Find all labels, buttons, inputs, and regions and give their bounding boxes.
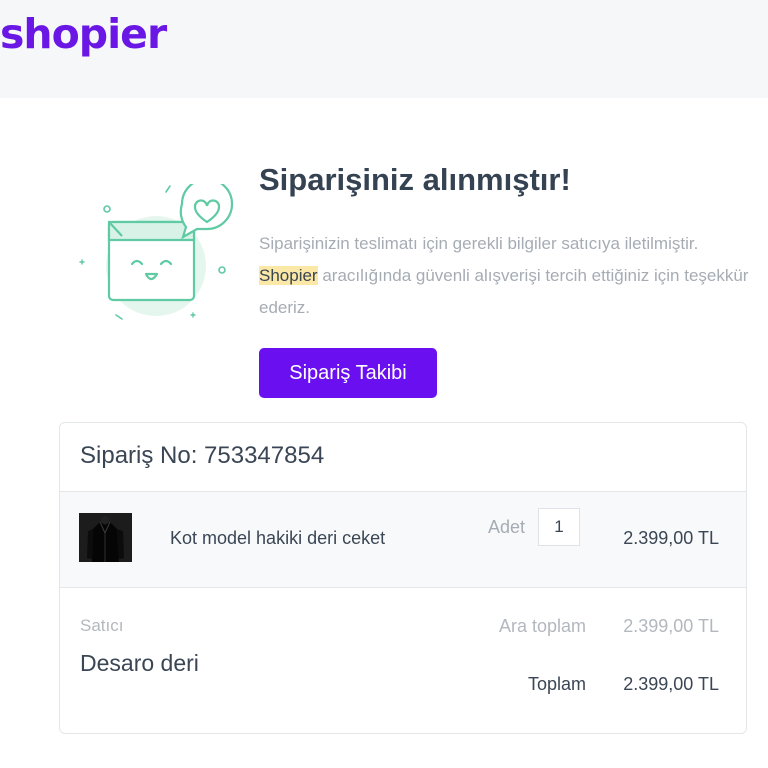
seller-label: Satıcı (80, 616, 124, 635)
product-thumbnail[interactable] (79, 513, 132, 562)
message-text-1: Siparişinizin teslimatı için gerekli bil… (259, 234, 699, 253)
order-tracking-button[interactable]: Sipariş Takibi (259, 348, 437, 398)
item-price: 2.399,00 TL (623, 528, 719, 548)
product-name[interactable]: Kot model hakiki deri ceket (170, 527, 385, 549)
order-item-row: Kot model hakiki deri ceket Adet 1 2.399… (60, 491, 746, 588)
shopier-highlight: Shopier (259, 266, 318, 285)
header-bar: shopier (0, 0, 768, 98)
seller-name: Desaro deri (80, 650, 199, 676)
order-summary-card: Sipariş No: 753347854 Kot model hakiki d… (59, 422, 747, 734)
quantity-label: Adet (488, 517, 526, 537)
shopier-logo[interactable]: shopier (0, 4, 167, 64)
total-label: Toplam (527, 674, 586, 694)
order-number: Sipariş No: 753347854 (80, 442, 325, 469)
quantity-value: 1 (538, 508, 580, 546)
confirmation-message: Siparişinizin teslimatı için gerekli bil… (259, 228, 759, 324)
confirmation-title: Siparişiniz alınmıştır! (259, 162, 571, 197)
happy-box-with-heart-speech-bubble-icon (79, 184, 234, 320)
subtotal-label: Ara toplam (498, 616, 586, 636)
total-value: 2.399,00 TL (623, 674, 719, 694)
message-text-2: aracılığında güvenli alışverişi tercih e… (259, 266, 749, 317)
black-leather-jacket-thumbnail (79, 513, 132, 562)
subtotal-value: 2.399,00 TL (623, 616, 719, 636)
